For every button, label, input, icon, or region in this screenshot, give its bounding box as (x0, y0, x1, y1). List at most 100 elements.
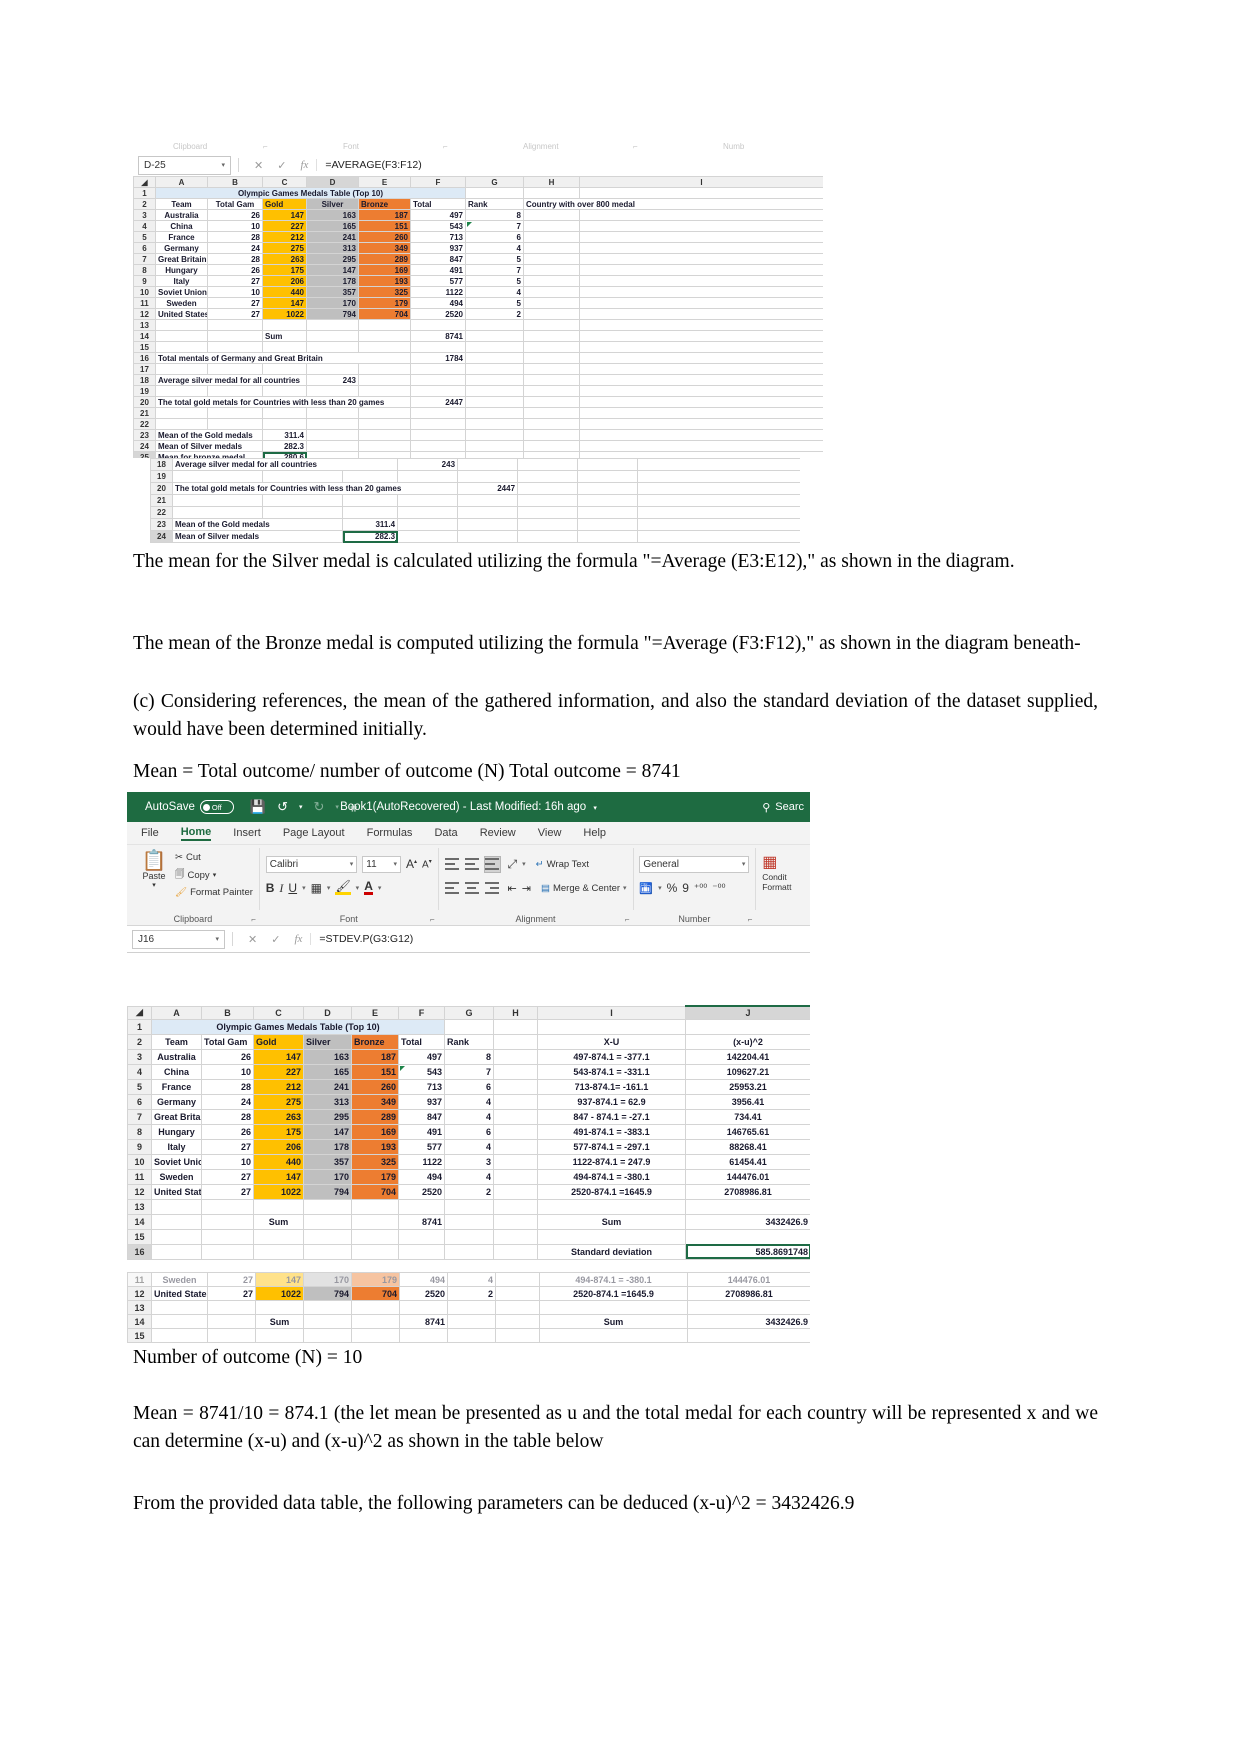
cell-total[interactable]: 491 (398, 1123, 445, 1140)
decrease-decimal-icon[interactable]: ⁻⁰⁰ (712, 883, 725, 894)
fill-chevron-icon[interactable]: ▾ (356, 884, 360, 892)
tab-file[interactable]: File (141, 827, 159, 839)
cell-blank[interactable] (351, 1314, 400, 1329)
cell-total[interactable]: 494 (410, 297, 466, 309)
align-center-icon[interactable] (464, 881, 480, 896)
cell-blank[interactable] (493, 1018, 538, 1035)
cell-silver[interactable]: 794 (306, 308, 359, 320)
cell-blank[interactable] (262, 494, 343, 507)
cell-blank[interactable] (579, 352, 823, 364)
align-top-icon[interactable] (444, 857, 460, 872)
cell-blank[interactable] (172, 506, 263, 519)
cell-total[interactable]: 1122 (410, 286, 466, 298)
align-left-icon[interactable] (444, 881, 460, 896)
cell-blank[interactable] (493, 1243, 538, 1260)
row-header-11c[interactable]: 11 (127, 1272, 152, 1287)
cell-J1[interactable] (579, 187, 823, 199)
cell-x-minus-u[interactable]: 1122-874.1 = 247.9 (537, 1153, 686, 1170)
cell-blank[interactable] (262, 341, 307, 353)
orientation-icon[interactable]: ⤢ (508, 857, 518, 872)
paste-chevron-icon[interactable]: ▾ (152, 881, 156, 889)
cell-total[interactable]: 937 (398, 1093, 445, 1110)
cell-rank[interactable]: 3 (444, 1153, 494, 1170)
col-header-J2[interactable]: J (685, 1005, 810, 1020)
header-total-games-2[interactable]: Total Gam (201, 1033, 254, 1050)
function-icon[interactable]: fx (294, 933, 302, 945)
cell-games[interactable]: 26 (207, 264, 263, 276)
cell-total[interactable]: 713 (398, 1078, 445, 1095)
cell-x-minus-u[interactable]: 2520-874.1 =1645.9 (537, 1183, 686, 1200)
cell-avg-silver-value-b[interactable]: 243 (397, 458, 459, 471)
cell-blank[interactable] (537, 1018, 686, 1035)
row-header[interactable]: 5 (133, 231, 156, 243)
cell-blank[interactable] (410, 363, 466, 375)
cell-bronze[interactable]: 704 (351, 1183, 399, 1200)
cell-bronze[interactable]: 193 (351, 1138, 399, 1155)
cell-x-minus-u[interactable]: 491-874.1 = -383.1 (537, 1123, 686, 1140)
cell-blank[interactable] (517, 518, 579, 531)
cell-blank[interactable] (493, 1108, 538, 1125)
row-header-19[interactable]: 19 (133, 385, 156, 397)
cell-games[interactable]: 28 (201, 1108, 254, 1125)
cell-total[interactable]: 577 (398, 1138, 445, 1155)
cell-rank[interactable]: 4 (447, 1272, 496, 1287)
cell-blank[interactable] (579, 220, 823, 232)
cell-total[interactable]: 847 (398, 1108, 445, 1125)
cell-blank[interactable] (207, 418, 263, 430)
cell-blank[interactable] (493, 1228, 538, 1245)
cell-blank[interactable] (151, 1213, 202, 1230)
cell-gold[interactable]: 175 (253, 1123, 304, 1140)
cell-blank[interactable] (495, 1328, 540, 1343)
cell-blank[interactable] (303, 1314, 352, 1329)
cell-total[interactable]: 1122 (398, 1153, 445, 1170)
cell-mean-gold-value[interactable]: 311.4 (262, 429, 307, 441)
cell-blank[interactable] (207, 341, 263, 353)
cell-bronze[interactable]: 260 (351, 1078, 399, 1095)
cell-sum-label2-frag[interactable]: Sum (539, 1314, 688, 1329)
row-header-21b[interactable]: 21 (150, 494, 173, 507)
cell-blank[interactable] (579, 440, 823, 452)
cell-bronze[interactable]: 179 (351, 1168, 399, 1185)
cell-blank[interactable] (465, 396, 524, 408)
cell-x-minus-u[interactable]: 847 - 874.1 = -27.1 (537, 1108, 686, 1125)
cell-blank[interactable] (207, 319, 263, 331)
cell-rank[interactable]: 6 (465, 231, 524, 243)
chevron-down-icon[interactable]: ▾ (215, 935, 219, 943)
cell-blank[interactable] (398, 1198, 445, 1215)
cell-games[interactable]: 26 (201, 1048, 254, 1065)
cell-rank[interactable]: 6 (444, 1123, 494, 1140)
row-header-14c[interactable]: 14 (127, 1314, 152, 1329)
cell-rank[interactable]: 4 (465, 286, 524, 298)
cell-games[interactable]: 10 (207, 220, 263, 232)
tab-formulas[interactable]: Formulas (367, 827, 413, 839)
cell-total[interactable]: 577 (410, 275, 466, 287)
alignment-dialog-launcher-icon[interactable]: ⌐ (625, 915, 630, 924)
cell-bronze[interactable]: 704 (358, 308, 411, 320)
cell-team[interactable]: Hungary (155, 264, 208, 276)
select-all-corner[interactable]: ◢ (133, 176, 156, 188)
cell-gold[interactable]: 227 (253, 1063, 304, 1080)
cell-silver[interactable]: 241 (303, 1078, 352, 1095)
cell-blank[interactable] (539, 1300, 688, 1315)
row-header[interactable]: 3 (127, 1048, 152, 1065)
cell-blank[interactable] (579, 330, 823, 342)
cell-silver[interactable]: 313 (306, 242, 359, 254)
cell-blank[interactable] (457, 518, 519, 531)
cell-team[interactable]: Sweden (155, 297, 208, 309)
cell-blank[interactable] (306, 429, 359, 441)
font-dialog-launcher-icon[interactable]: ⌐ (430, 915, 435, 924)
cell-blank[interactable] (685, 1018, 810, 1035)
cell-bronze[interactable]: 289 (351, 1108, 399, 1125)
cell-blank[interactable] (465, 418, 524, 430)
cell-gold[interactable]: 147 (262, 209, 307, 221)
row-header[interactable]: 9 (127, 1138, 152, 1155)
cell-team[interactable]: United States (155, 308, 208, 320)
autosave-control[interactable]: AutoSave Off (145, 800, 234, 814)
col-header-H[interactable]: H (523, 176, 580, 188)
tab-help[interactable]: Help (583, 827, 606, 839)
cell-blank[interactable] (523, 209, 580, 221)
cell-bronze[interactable]: 179 (358, 297, 411, 309)
cell-rank[interactable]: 4 (465, 242, 524, 254)
cell-blank[interactable] (457, 506, 519, 519)
row-header-24b[interactable]: 24 (150, 530, 173, 543)
